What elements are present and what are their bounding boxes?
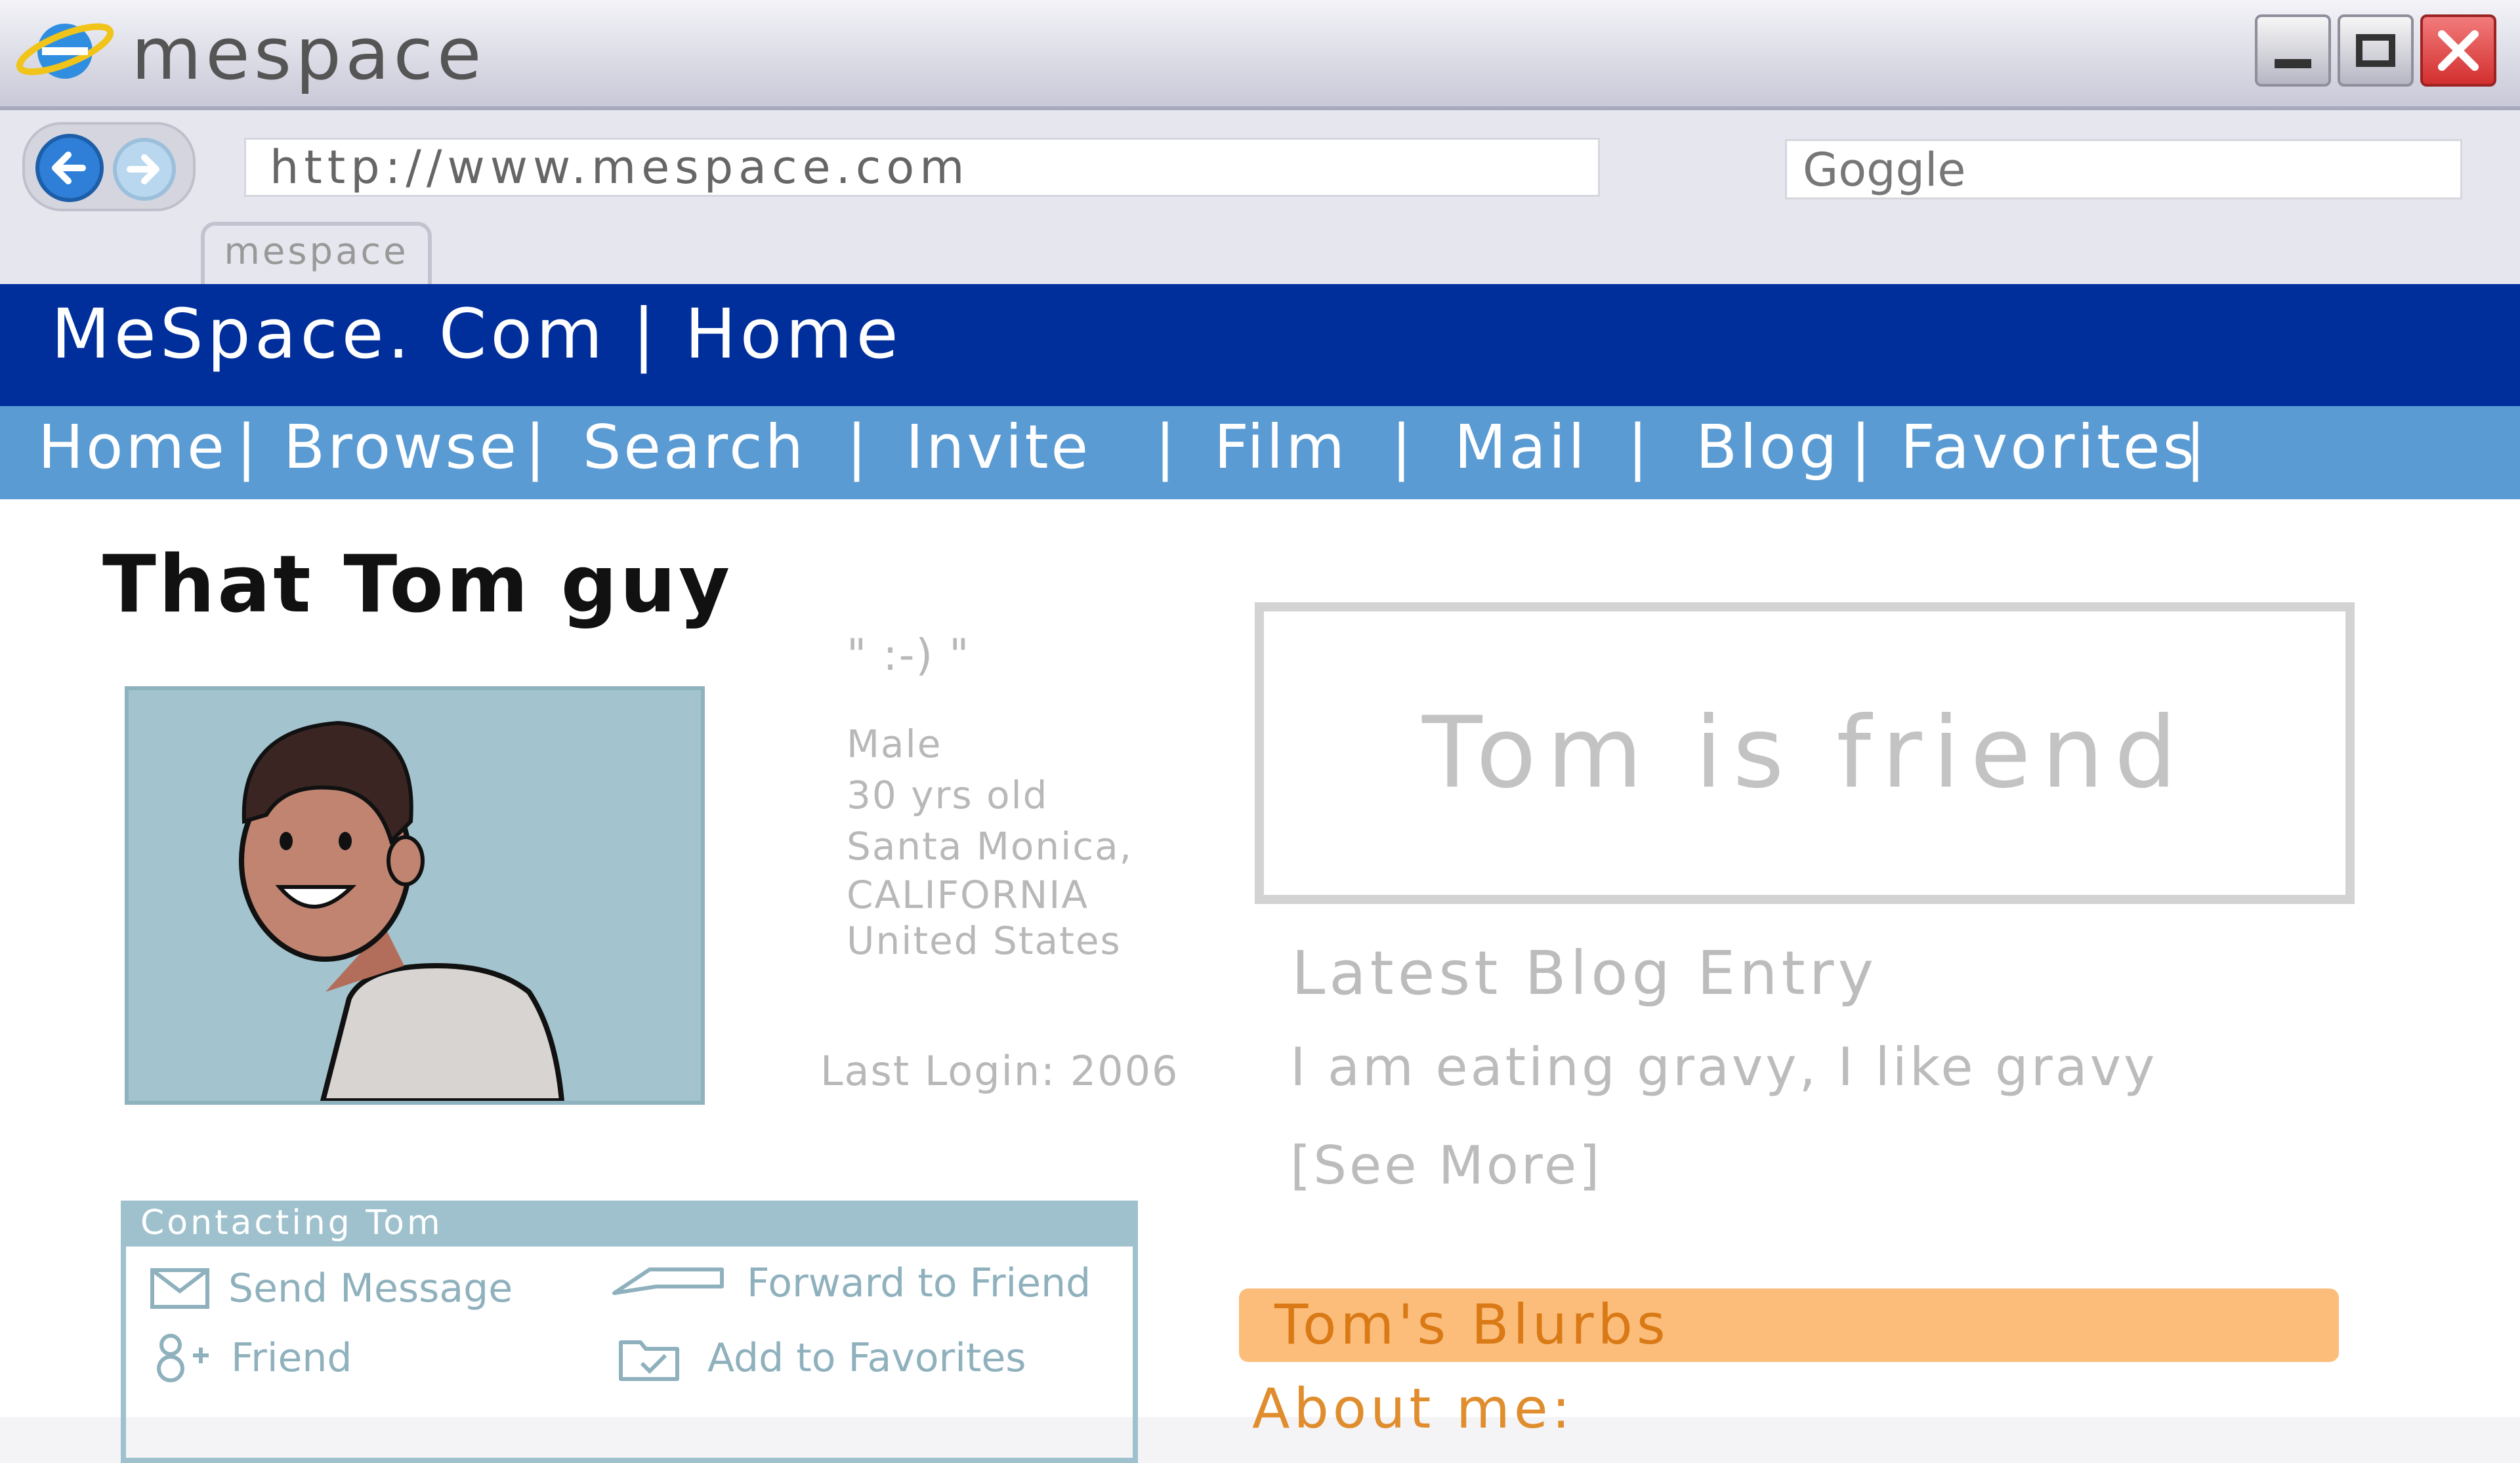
browser-logo-icon [16, 13, 114, 85]
send-message-label: Send Message [228, 1266, 513, 1311]
nav-separator: | [236, 412, 259, 482]
forward-button[interactable] [113, 138, 176, 201]
close-icon [2438, 30, 2479, 71]
add-to-favorites-action[interactable]: Add to Favorites [618, 1332, 1026, 1384]
browser-search-input[interactable]: Goggle [1785, 139, 2462, 199]
friend-status-box: Tom is friend [1255, 602, 2355, 904]
blog-heading: Latest Blog Entry [1292, 938, 1878, 1008]
profile-photo[interactable] [125, 686, 705, 1105]
nav-home[interactable]: Home [38, 412, 227, 482]
maximize-icon [2356, 34, 2395, 67]
profile-country: United States [847, 918, 1122, 963]
add-friend-icon [157, 1334, 209, 1382]
forward-to-friend-label: Forward to Friend [747, 1260, 1091, 1306]
nav-separator: | [525, 412, 548, 482]
profile-mood: " :-) " [847, 630, 971, 680]
folder-check-icon [619, 1340, 679, 1381]
back-button[interactable] [35, 134, 104, 202]
nav-blog[interactable]: Blog [1696, 412, 1839, 482]
about-me-heading: About me: [1252, 1376, 1574, 1441]
nav-separator: | [1628, 412, 1650, 482]
nav-film[interactable]: Film [1214, 412, 1347, 482]
nav-invite[interactable]: Invite [906, 412, 1091, 482]
send-message-action[interactable]: Send Message [150, 1262, 513, 1315]
nav-mail[interactable]: Mail [1454, 412, 1587, 482]
nav-browse[interactable]: Browse [284, 412, 519, 482]
blurbs-title: Tom's Blurbs [1274, 1292, 1670, 1357]
nav-search[interactable]: Search [583, 412, 806, 482]
profile-state: CALIFORNIA [847, 873, 1089, 917]
blog-entry-text: I am eating gravy, I like gravy [1290, 1037, 2158, 1098]
nav-separator: | [1155, 412, 1178, 482]
nav-separator: | [1391, 412, 1414, 482]
nav-separator: | [2185, 412, 2208, 482]
nav-favorites[interactable]: Favorites [1900, 412, 2197, 482]
minimize-button[interactable] [2255, 14, 2331, 87]
close-button[interactable] [2420, 14, 2496, 87]
profile-city: Santa Monica, [847, 824, 1133, 869]
maximize-button[interactable] [2338, 14, 2414, 87]
add-to-favorites-label: Add to Favorites [707, 1335, 1026, 1381]
envelope-icon [150, 1268, 209, 1309]
profile-name: That Tom guy [102, 539, 733, 630]
profile-gender: Male [847, 722, 942, 766]
contacting-title: Contacting Tom [140, 1203, 443, 1243]
profile-age: 30 yrs old [847, 773, 1049, 817]
nav-separator: | [1851, 412, 1874, 482]
window-title: mespace [131, 12, 486, 96]
address-bar[interactable]: http://www.mespace.com [244, 138, 1600, 197]
forward-to-friend-action[interactable]: Forward to Friend [610, 1257, 1091, 1309]
nav-separator: | [847, 412, 870, 482]
friend-status-text: Tom is friend [1422, 696, 2187, 810]
add-friend-label: Friend [231, 1335, 352, 1381]
last-login: Last Login: 2006 [820, 1047, 1179, 1095]
browser-tab[interactable]: mespace [201, 222, 432, 284]
site-title: MeSpace. Com | Home [51, 294, 902, 374]
add-friend-action[interactable]: Friend [154, 1332, 352, 1384]
see-more-link[interactable]: [See More] [1290, 1135, 1602, 1196]
forward-arrow-icon [127, 154, 159, 184]
back-arrow-icon [52, 152, 86, 184]
minimize-icon [2275, 59, 2311, 68]
forward-arrow-icon [612, 1267, 724, 1295]
